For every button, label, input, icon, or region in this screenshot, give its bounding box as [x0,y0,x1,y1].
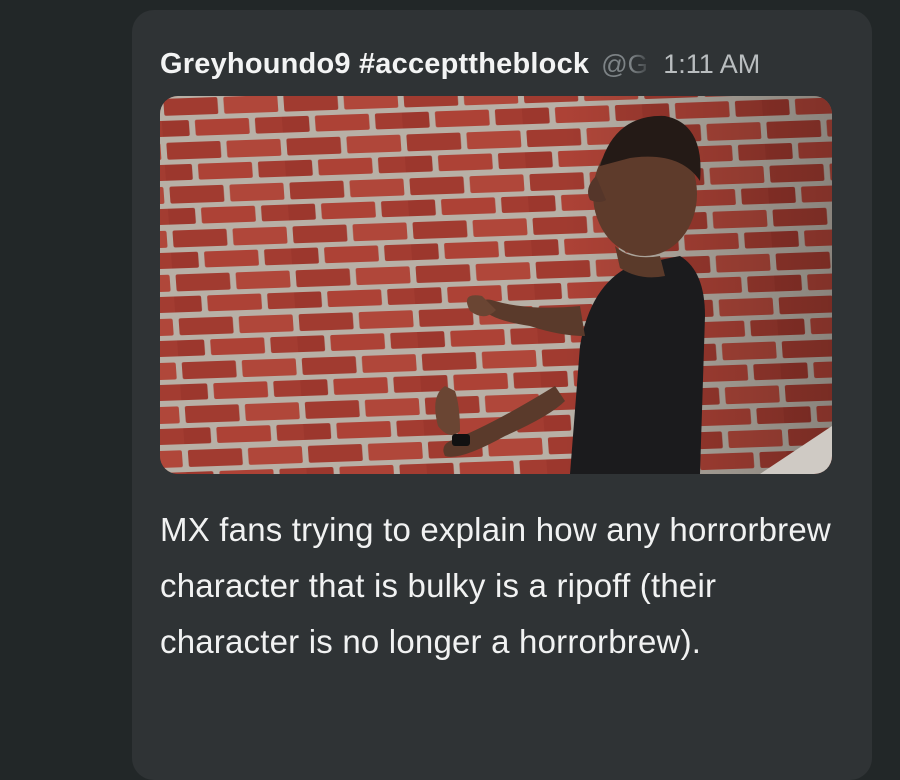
timestamp: 1:11 AM [663,48,761,79]
message-body-text: MX fans trying to explain how any horror… [160,511,831,660]
handle-container: @G [601,46,654,82]
message-header: Greyhoundo9 #accepttheblock @G 1:11 AM [160,44,850,84]
message-card[interactable]: Greyhoundo9 #accepttheblock @G 1:11 AM M… [132,10,872,780]
username[interactable]: Greyhoundo9 #accepttheblock [160,48,589,81]
handle-fade [631,46,654,82]
photo-illustration [160,96,832,474]
media-image[interactable] [160,96,832,474]
